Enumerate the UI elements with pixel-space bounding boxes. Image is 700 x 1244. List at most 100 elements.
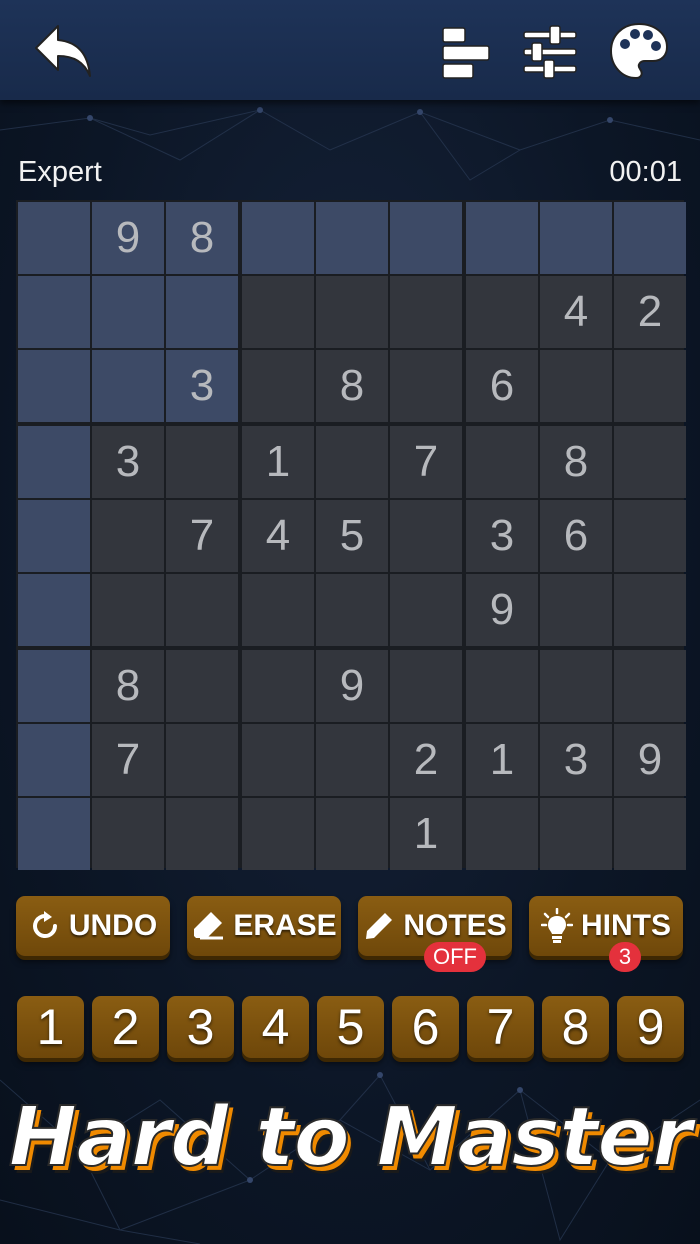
board-cell[interactable]: [18, 574, 90, 646]
board-cell[interactable]: [390, 350, 462, 422]
erase-button[interactable]: ERASE: [187, 896, 341, 956]
board-cell[interactable]: 9: [316, 650, 388, 722]
number-button[interactable]: 2: [92, 996, 159, 1058]
number-button[interactable]: 3: [167, 996, 234, 1058]
board-cell[interactable]: [166, 276, 238, 348]
board-cell[interactable]: [390, 276, 462, 348]
board-cell[interactable]: 1: [390, 798, 462, 870]
board-cell[interactable]: [466, 202, 538, 274]
board-cell[interactable]: [18, 276, 90, 348]
board-cell[interactable]: 9: [614, 724, 686, 796]
leaderboard-button[interactable]: [436, 22, 496, 82]
board-cell[interactable]: [614, 574, 686, 646]
board-cell[interactable]: [614, 798, 686, 870]
hints-button[interactable]: HINTS 3: [529, 896, 683, 972]
number-button[interactable]: 8: [542, 996, 609, 1058]
board-cell[interactable]: [166, 574, 238, 646]
board-cell[interactable]: [18, 202, 90, 274]
board-cell[interactable]: 4: [540, 276, 612, 348]
board-cell[interactable]: 9: [92, 202, 164, 274]
board-cell[interactable]: [614, 202, 686, 274]
board-cell[interactable]: [242, 798, 314, 870]
board-cell[interactable]: [18, 798, 90, 870]
board-cell[interactable]: [242, 650, 314, 722]
board-cell[interactable]: [390, 574, 462, 646]
board-cell[interactable]: [390, 650, 462, 722]
number-button[interactable]: 9: [617, 996, 684, 1058]
board-cell[interactable]: 1: [466, 724, 538, 796]
board-cell[interactable]: 6: [466, 350, 538, 422]
board-cell[interactable]: [316, 426, 388, 498]
board-cell[interactable]: [466, 426, 538, 498]
board-cell[interactable]: [540, 350, 612, 422]
board-cell[interactable]: 7: [92, 724, 164, 796]
board-cell[interactable]: [316, 798, 388, 870]
number-button[interactable]: 6: [392, 996, 459, 1058]
undo-button[interactable]: UNDO: [16, 896, 170, 956]
board-cell[interactable]: [242, 350, 314, 422]
board-cell[interactable]: 8: [316, 350, 388, 422]
board-cell[interactable]: [390, 202, 462, 274]
board-cell[interactable]: [166, 798, 238, 870]
number-button[interactable]: 1: [17, 996, 84, 1058]
board-cell[interactable]: [18, 350, 90, 422]
board-cell[interactable]: [18, 426, 90, 498]
board-cell[interactable]: 7: [166, 500, 238, 572]
board-cell[interactable]: [466, 276, 538, 348]
board-cell[interactable]: [92, 350, 164, 422]
board-cell[interactable]: 8: [166, 202, 238, 274]
board-cell[interactable]: [614, 500, 686, 572]
board-cell[interactable]: [92, 500, 164, 572]
board-cell[interactable]: [540, 574, 612, 646]
board-cell[interactable]: [166, 650, 238, 722]
board-cell[interactable]: [242, 202, 314, 274]
number-button[interactable]: 4: [242, 996, 309, 1058]
board-cell[interactable]: [466, 798, 538, 870]
board-cell[interactable]: [540, 798, 612, 870]
board-cell[interactable]: [166, 426, 238, 498]
board-cell[interactable]: [18, 724, 90, 796]
board-cell[interactable]: 8: [540, 426, 612, 498]
board-cell[interactable]: 5: [316, 500, 388, 572]
board-cell[interactable]: [316, 574, 388, 646]
board-cell[interactable]: 6: [540, 500, 612, 572]
board-cell[interactable]: [242, 276, 314, 348]
board-cell[interactable]: 3: [92, 426, 164, 498]
board-cell[interactable]: [242, 574, 314, 646]
board-cell[interactable]: 8: [92, 650, 164, 722]
board-cell[interactable]: [316, 276, 388, 348]
promo-slogan: Hard to Master: [8, 1089, 694, 1186]
board-cell[interactable]: 1: [242, 426, 314, 498]
settings-button[interactable]: [518, 22, 582, 82]
board-cell[interactable]: 3: [540, 724, 612, 796]
board-cell[interactable]: [390, 500, 462, 572]
board-cell[interactable]: 7: [390, 426, 462, 498]
board-cell[interactable]: [92, 276, 164, 348]
number-button[interactable]: 7: [467, 996, 534, 1058]
number-button[interactable]: 5: [317, 996, 384, 1058]
board-cell[interactable]: [540, 202, 612, 274]
board-cell[interactable]: [316, 202, 388, 274]
board-cell[interactable]: 4: [242, 500, 314, 572]
board-cell[interactable]: [316, 724, 388, 796]
back-button[interactable]: [28, 20, 98, 82]
board-cell[interactable]: [614, 426, 686, 498]
board-cell[interactable]: [242, 724, 314, 796]
board-cell[interactable]: 2: [390, 724, 462, 796]
board-cell[interactable]: [614, 650, 686, 722]
theme-button[interactable]: [606, 18, 672, 84]
board-cell[interactable]: [18, 500, 90, 572]
board-cell[interactable]: 9: [466, 574, 538, 646]
notes-button[interactable]: NOTES OFF: [358, 896, 512, 972]
board-cell[interactable]: [18, 650, 90, 722]
board-cell[interactable]: [92, 798, 164, 870]
board-cell[interactable]: 3: [466, 500, 538, 572]
board-cell[interactable]: [92, 574, 164, 646]
board-cell[interactable]: [166, 724, 238, 796]
board-cell[interactable]: 2: [614, 276, 686, 348]
board-cell[interactable]: 3: [166, 350, 238, 422]
board-cell[interactable]: [540, 650, 612, 722]
sudoku-board: 9842386317874536989721391: [16, 200, 686, 870]
board-cell[interactable]: [614, 350, 686, 422]
board-cell[interactable]: [466, 650, 538, 722]
